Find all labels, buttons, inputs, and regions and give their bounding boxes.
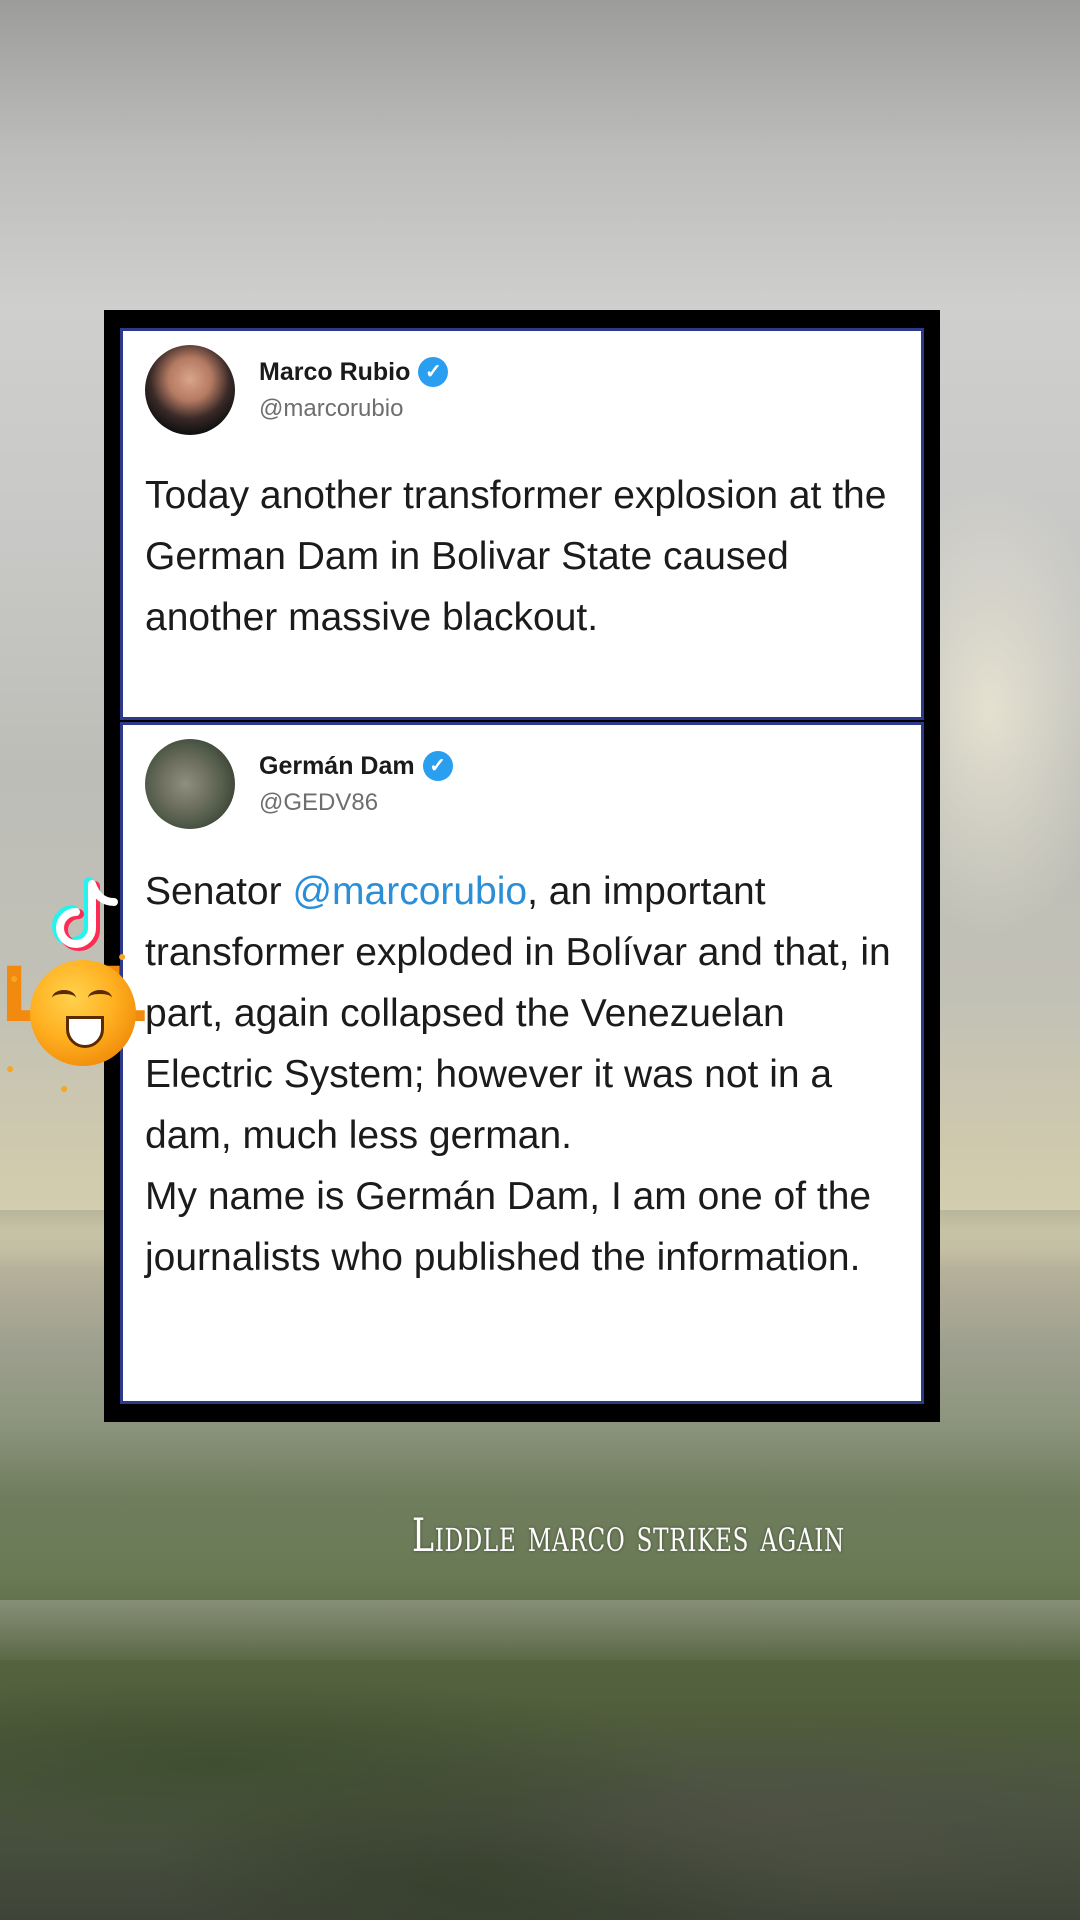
author-handle: @marcorubio xyxy=(259,395,404,422)
verified-badge-icon: ✓ xyxy=(418,357,449,387)
avatar xyxy=(145,345,235,435)
avatar xyxy=(145,739,235,829)
author-name: Germán Dam xyxy=(259,751,415,780)
author-handle: @GEDV86 xyxy=(259,789,379,816)
laughing-face-icon xyxy=(30,960,136,1066)
background-field xyxy=(0,1600,1080,1660)
tweet-text-rest: , an important transformer exploded in B… xyxy=(145,870,891,1157)
verified-badge-icon: ✓ xyxy=(422,751,453,781)
tweet-header: Marco Rubio ✓ @marcorubio xyxy=(145,345,449,435)
tweet-text-start: Senator xyxy=(145,870,293,913)
video-caption: Liddle marco strikes again xyxy=(412,1508,845,1562)
mention-link[interactable]: @marcorubio xyxy=(292,870,527,913)
tweet-text-second-paragraph: My name is Germán Dam, I am one of the j… xyxy=(145,1175,872,1279)
tweet-text: Senator @marcorubio, an important transf… xyxy=(145,861,901,1288)
tweet-card-german-dam: Germán Dam ✓ @GEDV86 Senator @marcorubio… xyxy=(120,722,924,1404)
sparkle-icon: ● xyxy=(118,948,127,964)
tweet-header: Germán Dam ✓ @GEDV86 xyxy=(145,739,453,829)
sparkle-icon: ● xyxy=(6,1060,15,1076)
sparkle-icon: ● xyxy=(60,1080,69,1096)
background-village xyxy=(0,1660,1080,1920)
tweet-card-marco-rubio: Marco Rubio ✓ @marcorubio Today another … xyxy=(120,328,924,720)
sparkle-icon: ● xyxy=(10,970,19,986)
author-name: Marco Rubio xyxy=(259,357,411,386)
tweet-text: Today another transformer explosion at t… xyxy=(145,474,887,639)
